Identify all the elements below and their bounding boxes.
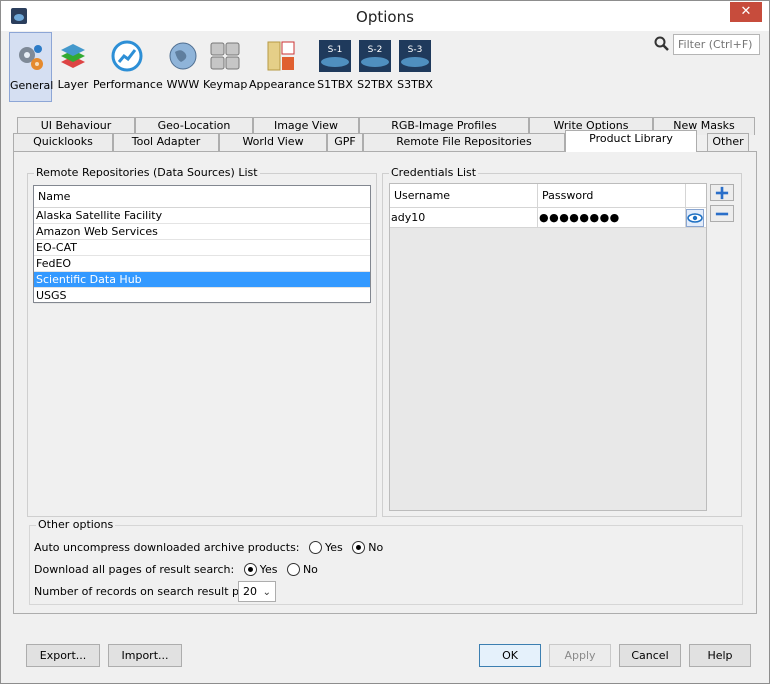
download-all-no-label[interactable]: No <box>303 563 318 576</box>
tab-world-view[interactable]: World View <box>219 133 327 151</box>
toolbar-s1tbx[interactable]: S-1 S1TBX <box>315 32 355 102</box>
auto-uncompress-label: Auto uncompress downloaded archive produ… <box>34 541 300 554</box>
appearance-icon <box>267 41 295 71</box>
toolbar-www[interactable]: WWW <box>163 32 203 102</box>
auto-uncompress-yes-radio[interactable] <box>309 541 323 554</box>
list-item-selected[interactable]: Scientific Data Hub <box>34 272 370 288</box>
download-all-no-radio[interactable] <box>286 563 300 576</box>
performance-icon <box>111 40 143 72</box>
records-per-page-select[interactable]: 20 ⌄ <box>238 581 276 602</box>
s1-icon: S-1 <box>319 40 351 72</box>
auto-uncompress-no-label[interactable]: No <box>368 541 383 554</box>
records-per-page-option: Number of records on search result page:… <box>34 581 294 602</box>
svg-text:S-1: S-1 <box>328 45 343 55</box>
list-item[interactable]: USGS <box>34 288 370 304</box>
toolbar-keymap[interactable]: Keymap <box>203 32 247 102</box>
remove-credential-button[interactable] <box>710 205 734 222</box>
toolbar-s3tbx[interactable]: S-3 S3TBX <box>395 32 435 102</box>
download-all-yes-label[interactable]: Yes <box>260 563 278 576</box>
other-options-title: Other options <box>36 518 116 531</box>
password-cell[interactable]: ●●●●●●●● <box>538 208 686 228</box>
plus-icon <box>715 186 729 200</box>
apply-button[interactable]: Apply <box>549 644 611 667</box>
repositories-list: Name Alaska Satellite Facility Amazon We… <box>33 185 371 304</box>
repositories-name-header[interactable]: Name <box>34 186 370 208</box>
import-button[interactable]: Import... <box>108 644 182 667</box>
auto-uncompress-option: Auto uncompress downloaded archive produ… <box>34 540 383 556</box>
toolbar-performance[interactable]: Performance <box>93 32 163 102</box>
auto-uncompress-yes-label[interactable]: Yes <box>325 541 343 554</box>
list-item[interactable]: FedEO <box>34 256 370 272</box>
help-button[interactable]: Help <box>689 644 751 667</box>
keyboard-icon <box>210 42 240 70</box>
credentials-title: Credentials List <box>389 166 479 179</box>
tab-gpf[interactable]: GPF <box>327 133 363 151</box>
list-item[interactable]: EO-CAT <box>34 240 370 256</box>
cancel-button[interactable]: Cancel <box>619 644 681 667</box>
ok-button[interactable]: OK <box>479 644 541 667</box>
options-window: Options ✕ General Layer Performance WWW … <box>0 0 770 684</box>
remote-repositories-title: Remote Repositories (Data Sources) List <box>34 166 260 179</box>
table-row[interactable]: ady10 ●●●●●●●● <box>390 208 706 228</box>
username-header[interactable]: Username <box>390 184 538 208</box>
tab-quicklooks[interactable]: Quicklooks <box>13 133 113 151</box>
credentials-header: Username Password <box>390 184 706 208</box>
chevron-down-icon: ⌄ <box>262 587 271 598</box>
tab-other[interactable]: Other <box>707 133 749 151</box>
toolbar-layer[interactable]: Layer <box>53 32 93 102</box>
show-password-button[interactable] <box>686 209 704 227</box>
export-button[interactable]: Export... <box>26 644 100 667</box>
add-credential-button[interactable] <box>710 184 734 201</box>
list-item[interactable]: Alaska Satellite Facility <box>34 208 370 224</box>
toolbar-s2tbx[interactable]: S-2 S2TBX <box>355 32 395 102</box>
auto-uncompress-no-radio[interactable] <box>352 541 366 554</box>
filter-input[interactable] <box>673 34 760 55</box>
close-button[interactable]: ✕ <box>730 2 762 22</box>
options-category-toolbar: General Layer Performance WWW Keymap App… <box>9 32 449 102</box>
s3-icon: S-3 <box>399 40 431 72</box>
minus-icon <box>715 212 729 216</box>
other-options-group: Other options Auto uncompress downloaded… <box>29 518 743 605</box>
tab-remote-file-repositories[interactable]: Remote File Repositories <box>363 133 565 151</box>
download-all-pages-label: Download all pages of result search: <box>34 563 235 576</box>
title-bar: Options ✕ <box>1 1 769 31</box>
search-icon <box>654 36 669 51</box>
svg-text:S-3: S-3 <box>408 45 423 55</box>
username-cell[interactable]: ady10 <box>390 208 538 228</box>
credentials-table: Username Password ady10 ●●●●●●●● <box>389 183 707 511</box>
records-per-page-value: 20 <box>243 585 257 598</box>
download-all-yes-radio[interactable] <box>243 563 257 576</box>
layers-icon <box>61 44 85 68</box>
password-header[interactable]: Password <box>538 184 686 208</box>
tab-tool-adapter[interactable]: Tool Adapter <box>113 133 219 151</box>
records-per-page-label: Number of records on search result page: <box>34 585 264 598</box>
svg-text:S-2: S-2 <box>368 45 383 55</box>
globe-icon <box>169 42 197 70</box>
s2-icon: S-2 <box>359 40 391 72</box>
download-all-pages-option: Download all pages of result search: Yes… <box>34 562 318 578</box>
gears-icon <box>18 45 43 70</box>
toolbar-general[interactable]: General <box>9 32 53 102</box>
eye-icon <box>687 213 703 223</box>
toolbar-appearance[interactable]: Appearance <box>249 32 315 102</box>
list-item[interactable]: Amazon Web Services <box>34 224 370 240</box>
window-title: Options <box>356 8 414 26</box>
tab-product-library[interactable]: Product Library <box>565 130 697 152</box>
